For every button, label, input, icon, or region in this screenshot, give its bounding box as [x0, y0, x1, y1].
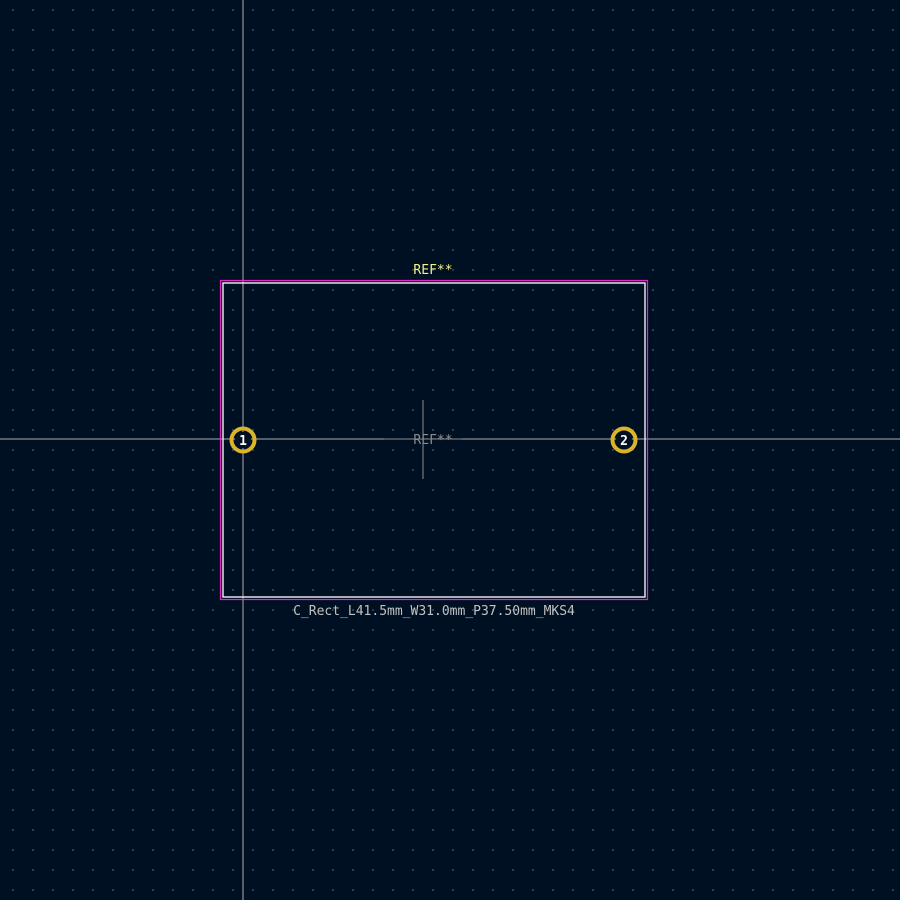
pcb-canvas[interactable]: REF** REF** C_Rect_L41.5mm_W31.0mm_P37.5…: [0, 0, 900, 900]
reference-designator-center[interactable]: REF**: [413, 433, 452, 448]
reference-designator-top[interactable]: REF**: [413, 263, 452, 278]
footprint-view[interactable]: REF** REF** C_Rect_L41.5mm_W31.0mm_P37.5…: [0, 0, 900, 900]
pad-number: 1: [239, 434, 247, 449]
pad-number: 2: [620, 434, 628, 449]
pad-2[interactable]: 2: [610, 426, 638, 454]
footprint-value-label[interactable]: C_Rect_L41.5mm_W31.0mm_P37.50mm_MKS4: [293, 604, 575, 619]
